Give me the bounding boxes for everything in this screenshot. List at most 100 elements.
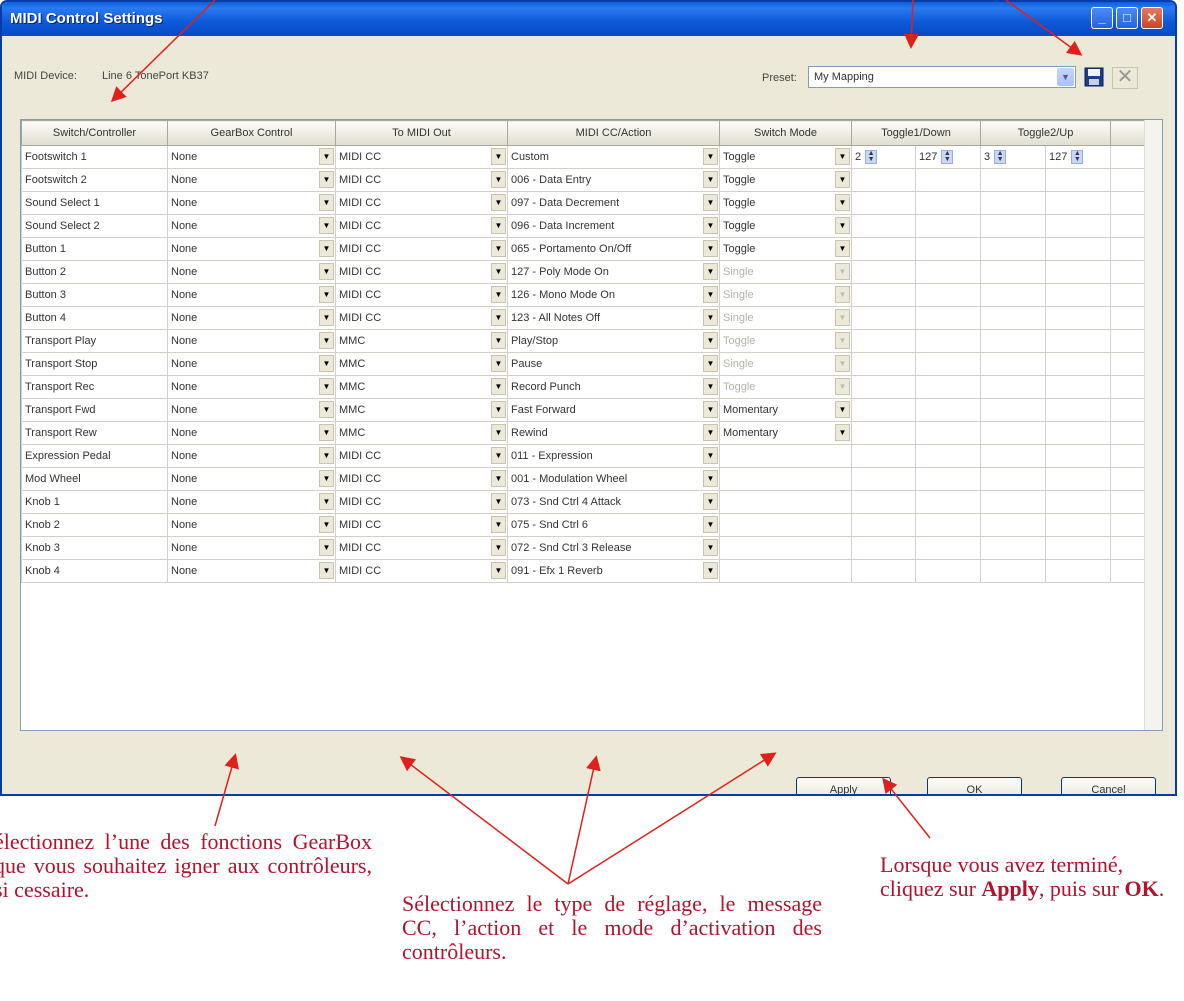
gearbox-control-select[interactable]: None ▼ bbox=[167, 490, 336, 514]
chevron-down-icon[interactable]: ▼ bbox=[1057, 68, 1074, 86]
chevron-down-icon[interactable]: ▼ bbox=[319, 470, 334, 487]
chevron-down-icon[interactable]: ▼ bbox=[703, 447, 718, 464]
spinner-arrows-icon[interactable]: ▲ ▼ bbox=[994, 150, 1007, 164]
cc-action-select[interactable]: 091 - Efx 1 Reverb ▼ bbox=[507, 559, 720, 583]
chevron-down-icon[interactable]: ▼ bbox=[703, 355, 718, 372]
chevron-down-icon[interactable]: ▼ bbox=[491, 378, 506, 395]
gearbox-control-select[interactable]: None ▼ bbox=[167, 329, 336, 353]
cc-action-select[interactable]: 075 - Snd Ctrl 6 ▼ bbox=[507, 513, 720, 537]
chevron-down-icon[interactable]: ▼ bbox=[703, 286, 718, 303]
switch-mode-select[interactable]: Toggle ▼ bbox=[719, 237, 852, 261]
chevron-down-icon[interactable]: ▼ bbox=[319, 378, 334, 395]
midi-out-select[interactable]: MMC ▼ bbox=[335, 375, 508, 399]
gearbox-control-select[interactable]: None ▼ bbox=[167, 444, 336, 468]
midi-out-select[interactable]: MIDI CC ▼ bbox=[335, 214, 508, 238]
toggle-spinner[interactable]: 127 ▲ ▼ bbox=[915, 145, 981, 169]
chevron-down-icon[interactable]: ▼ bbox=[835, 217, 850, 234]
switch-mode-select[interactable]: Toggle ▼ bbox=[719, 145, 852, 169]
chevron-down-icon[interactable]: ▼ bbox=[319, 516, 334, 533]
chevron-down-icon[interactable]: ▼ bbox=[703, 470, 718, 487]
chevron-down-icon[interactable]: ▼ bbox=[319, 148, 334, 165]
chevron-down-icon[interactable]: ▼ bbox=[703, 194, 718, 211]
chevron-down-icon[interactable]: ▼ bbox=[491, 194, 506, 211]
chevron-down-icon[interactable]: ▼ bbox=[319, 401, 334, 418]
chevron-down-icon[interactable]: ▼ bbox=[703, 240, 718, 257]
chevron-down-icon[interactable]: ▼ bbox=[319, 263, 334, 280]
midi-out-select[interactable]: MMC ▼ bbox=[335, 421, 508, 445]
chevron-down-icon[interactable]: ▼ bbox=[491, 424, 506, 441]
title-bar[interactable]: MIDI Control Settings _ □ ✕ bbox=[2, 2, 1175, 36]
chevron-down-icon[interactable]: ▼ bbox=[491, 263, 506, 280]
chevron-down-icon[interactable]: ▼ bbox=[703, 562, 718, 579]
gearbox-control-select[interactable]: None ▼ bbox=[167, 260, 336, 284]
cc-action-select[interactable]: Fast Forward ▼ bbox=[507, 398, 720, 422]
midi-out-select[interactable]: MIDI CC ▼ bbox=[335, 444, 508, 468]
delete-icon[interactable]: ✕ bbox=[1112, 67, 1138, 89]
chevron-down-icon[interactable]: ▼ bbox=[491, 562, 506, 579]
switch-mode-select[interactable]: Toggle ▼ bbox=[719, 214, 852, 238]
midi-out-select[interactable]: MIDI CC ▼ bbox=[335, 467, 508, 491]
midi-out-select[interactable]: MMC ▼ bbox=[335, 398, 508, 422]
chevron-down-icon[interactable]: ▼ bbox=[703, 539, 718, 556]
chevron-down-icon[interactable]: ▼ bbox=[491, 332, 506, 349]
preset-select[interactable]: My Mapping ▼ bbox=[808, 66, 1076, 88]
midi-out-select[interactable]: MIDI CC ▼ bbox=[335, 536, 508, 560]
column-header[interactable]: GearBox Control bbox=[167, 120, 336, 146]
cc-action-select[interactable]: 073 - Snd Ctrl 4 Attack ▼ bbox=[507, 490, 720, 514]
chevron-down-icon[interactable]: ▼ bbox=[835, 171, 850, 188]
midi-out-select[interactable]: MIDI CC ▼ bbox=[335, 490, 508, 514]
chevron-down-icon[interactable]: ▼ bbox=[319, 217, 334, 234]
column-header[interactable]: Switch Mode bbox=[719, 120, 852, 146]
midi-out-select[interactable]: MIDI CC ▼ bbox=[335, 283, 508, 307]
chevron-down-icon[interactable]: ▼ bbox=[319, 240, 334, 257]
chevron-down-icon[interactable]: ▼ bbox=[703, 148, 718, 165]
chevron-down-icon[interactable]: ▼ bbox=[703, 309, 718, 326]
switch-mode-select[interactable]: Momentary ▼ bbox=[719, 421, 852, 445]
chevron-down-icon[interactable]: ▼ bbox=[491, 493, 506, 510]
column-header[interactable]: Switch/Controller bbox=[21, 120, 168, 146]
chevron-down-icon[interactable]: ▼ bbox=[835, 240, 850, 257]
midi-out-select[interactable]: MIDI CC ▼ bbox=[335, 191, 508, 215]
chevron-down-icon[interactable]: ▼ bbox=[319, 562, 334, 579]
midi-out-select[interactable]: MIDI CC ▼ bbox=[335, 306, 508, 330]
spinner-arrows-icon[interactable]: ▲ ▼ bbox=[941, 150, 954, 164]
midi-out-select[interactable]: MIDI CC ▼ bbox=[335, 513, 508, 537]
cc-action-select[interactable]: 072 - Snd Ctrl 3 Release ▼ bbox=[507, 536, 720, 560]
vertical-scrollbar[interactable] bbox=[1144, 120, 1162, 730]
chevron-down-icon[interactable]: ▼ bbox=[319, 493, 334, 510]
switch-mode-select[interactable]: Toggle ▼ bbox=[719, 191, 852, 215]
chevron-down-icon[interactable]: ▼ bbox=[703, 332, 718, 349]
gearbox-control-select[interactable]: None ▼ bbox=[167, 375, 336, 399]
cc-action-select[interactable]: Record Punch ▼ bbox=[507, 375, 720, 399]
chevron-down-icon[interactable]: ▼ bbox=[491, 401, 506, 418]
cc-action-select[interactable]: Play/Stop ▼ bbox=[507, 329, 720, 353]
cc-action-select[interactable]: 001 - Modulation Wheel ▼ bbox=[507, 467, 720, 491]
maximize-icon[interactable]: □ bbox=[1116, 7, 1138, 29]
switch-mode-select[interactable]: Momentary ▼ bbox=[719, 398, 852, 422]
cc-action-select[interactable]: 127 - Poly Mode On ▼ bbox=[507, 260, 720, 284]
chevron-down-icon[interactable]: ▼ bbox=[319, 355, 334, 372]
minimize-icon[interactable]: _ bbox=[1091, 7, 1113, 29]
gearbox-control-select[interactable]: None ▼ bbox=[167, 536, 336, 560]
cc-action-select[interactable]: 065 - Portamento On/Off ▼ bbox=[507, 237, 720, 261]
gearbox-control-select[interactable]: None ▼ bbox=[167, 352, 336, 376]
chevron-down-icon[interactable]: ▼ bbox=[491, 217, 506, 234]
chevron-down-icon[interactable]: ▼ bbox=[491, 447, 506, 464]
chevron-down-icon[interactable]: ▼ bbox=[319, 539, 334, 556]
gearbox-control-select[interactable]: None ▼ bbox=[167, 168, 336, 192]
column-header[interactable]: Toggle1/Down bbox=[851, 120, 981, 146]
chevron-down-icon[interactable]: ▼ bbox=[319, 286, 334, 303]
chevron-down-icon[interactable]: ▼ bbox=[491, 355, 506, 372]
chevron-down-icon[interactable]: ▼ bbox=[835, 194, 850, 211]
chevron-down-icon[interactable]: ▼ bbox=[703, 378, 718, 395]
chevron-down-icon[interactable]: ▼ bbox=[835, 424, 850, 441]
switch-mode-select[interactable]: Toggle ▼ bbox=[719, 168, 852, 192]
gearbox-control-select[interactable]: None ▼ bbox=[167, 283, 336, 307]
chevron-down-icon[interactable]: ▼ bbox=[491, 470, 506, 487]
cc-action-select[interactable]: Pause ▼ bbox=[507, 352, 720, 376]
gearbox-control-select[interactable]: None ▼ bbox=[167, 513, 336, 537]
gearbox-control-select[interactable]: None ▼ bbox=[167, 237, 336, 261]
column-header[interactable]: Toggle2/Up bbox=[980, 120, 1111, 146]
ok-button[interactable]: OK bbox=[927, 777, 1022, 794]
toggle-spinner[interactable]: 2 ▲ ▼ bbox=[851, 145, 916, 169]
